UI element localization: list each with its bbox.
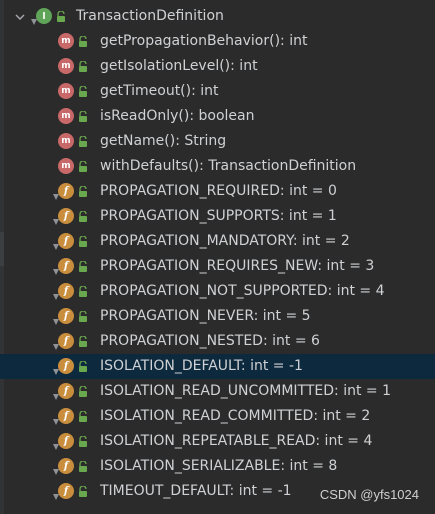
field-icon: f (58, 458, 74, 474)
tree-node-field[interactable]: f PROPAGATION_MANDATORY: int = 2 (0, 229, 435, 254)
field-icon: f (58, 233, 74, 249)
tree-node-method[interactable]: m getPropagationBehavior(): int (0, 29, 435, 54)
lock-open-icon (79, 136, 87, 147)
interface-icon: I (36, 8, 52, 24)
pin-icon (53, 244, 59, 250)
lock-open-icon (79, 386, 87, 397)
tree-node-field[interactable]: f PROPAGATION_REQUIRES_NEW: int = 3 (0, 254, 435, 279)
pin-icon (53, 369, 59, 375)
field-icon: f (58, 283, 74, 299)
method-icon: m (58, 133, 74, 149)
method-icon: m (58, 108, 74, 124)
tree-node-label: ISOLATION_SERIALIZABLE: int = 8 (100, 458, 338, 474)
watermark: CSDN @yfs1024 (319, 487, 419, 502)
tree-node-field[interactable]: f PROPAGATION_REQUIRED: int = 0 (0, 179, 435, 204)
lock-open-icon (79, 461, 87, 472)
pin-icon (53, 194, 59, 200)
field-icon: f (58, 208, 74, 224)
tree-node-label: PROPAGATION_NESTED: int = 6 (100, 333, 320, 349)
pin-icon (53, 319, 59, 325)
field-icon: f (58, 358, 74, 374)
tree-node-field[interactable]: f PROPAGATION_NOT_SUPPORTED: int = 4 (0, 279, 435, 304)
tree-node-field[interactable]: f ISOLATION_READ_COMMITTED: int = 2 (0, 404, 435, 429)
pin-icon (53, 494, 59, 500)
lock-open-icon (79, 361, 87, 372)
lock-open-icon (79, 286, 87, 297)
tree-node-root[interactable]: I TransactionDefinition (0, 4, 435, 29)
tree-node-method[interactable]: m getTimeout(): int (0, 79, 435, 104)
pin-icon (53, 294, 59, 300)
tree-node-label: ISOLATION_READ_UNCOMMITTED: int = 1 (100, 383, 391, 399)
pin-icon (53, 444, 59, 450)
field-icon: f (58, 408, 74, 424)
tree-node-label: TIMEOUT_DEFAULT: int = -1 (100, 483, 292, 499)
lock-open-icon (79, 211, 87, 222)
method-icon: m (58, 83, 74, 99)
lock-open-icon (79, 436, 87, 447)
tree-node-label: PROPAGATION_MANDATORY: int = 2 (100, 233, 350, 249)
tree-node-method[interactable]: m getName(): String (0, 129, 435, 154)
tree-node-method[interactable]: m withDefaults(): TransactionDefinition (0, 154, 435, 179)
tree-node-label: PROPAGATION_NEVER: int = 5 (100, 308, 311, 324)
pin-icon (53, 469, 59, 475)
tree-node-field[interactable]: f PROPAGATION_NEVER: int = 5 (0, 304, 435, 329)
chevron-down-icon[interactable] (14, 11, 26, 23)
lock-open-icon (79, 61, 87, 72)
lock-open-icon (79, 161, 87, 172)
field-icon: f (58, 483, 74, 499)
lock-open-icon (79, 411, 87, 422)
lock-open-icon (79, 486, 87, 497)
tree-node-label: getName(): String (100, 133, 227, 149)
lock-open-icon (79, 36, 87, 47)
pin-icon (53, 344, 59, 350)
lock-open-icon (79, 86, 87, 97)
field-icon: f (58, 258, 74, 274)
tree-node-field[interactable]: f ISOLATION_SERIALIZABLE: int = 8 (0, 454, 435, 479)
method-icon: m (58, 58, 74, 74)
lock-open-icon (79, 111, 87, 122)
lock-open-icon (79, 311, 87, 322)
lock-open-icon (79, 236, 87, 247)
pin-icon (53, 394, 59, 400)
tree-node-label: PROPAGATION_SUPPORTS: int = 1 (100, 208, 337, 224)
pin-icon (53, 419, 59, 425)
tree-node-label: PROPAGATION_REQUIRED: int = 0 (100, 183, 337, 199)
pin-icon (53, 269, 59, 275)
tree-node-label: ISOLATION_REPEATABLE_READ: int = 4 (100, 433, 373, 449)
tree-node-field[interactable]: f PROPAGATION_SUPPORTS: int = 1 (0, 204, 435, 229)
tree-node-method[interactable]: m getIsolationLevel(): int (0, 54, 435, 79)
field-icon: f (58, 333, 74, 349)
tree-node-label: PROPAGATION_REQUIRES_NEW: int = 3 (100, 258, 375, 274)
field-icon: f (58, 308, 74, 324)
tree-node-label: ISOLATION_DEFAULT: int = -1 (100, 358, 303, 374)
method-icon: m (58, 33, 74, 49)
structure-panel: I TransactionDefinition m getPropagationB… (0, 0, 435, 514)
method-icon: m (58, 158, 74, 174)
lock-open-icon (79, 336, 87, 347)
field-icon: f (58, 383, 74, 399)
tree-node-label: getPropagationBehavior(): int (100, 33, 308, 49)
tree-node-label: getTimeout(): int (100, 83, 219, 99)
tree-node-label: withDefaults(): TransactionDefinition (100, 158, 357, 174)
tree-node-field[interactable]: f ISOLATION_READ_UNCOMMITTED: int = 1 (0, 379, 435, 404)
tree-node-label: isReadOnly(): boolean (100, 108, 255, 124)
lock-open-icon (57, 11, 65, 22)
lock-open-icon (79, 261, 87, 272)
field-icon: f (58, 433, 74, 449)
lock-open-icon (79, 186, 87, 197)
tree-node-field[interactable]: f PROPAGATION_NESTED: int = 6 (0, 329, 435, 354)
tree-node-label: TransactionDefinition (76, 8, 224, 24)
tree-node-label: PROPAGATION_NOT_SUPPORTED: int = 4 (100, 283, 385, 299)
tree-node-field[interactable]: f ISOLATION_REPEATABLE_READ: int = 4 (0, 429, 435, 454)
tree-node-label: ISOLATION_READ_COMMITTED: int = 2 (100, 408, 371, 424)
tree-node-field[interactable]: f ISOLATION_DEFAULT: int = -1 (0, 354, 435, 379)
field-icon: f (58, 183, 74, 199)
pin-icon (31, 19, 37, 25)
tree-node-label: getIsolationLevel(): int (100, 58, 258, 74)
pin-icon (53, 219, 59, 225)
tree-node-method[interactable]: m isReadOnly(): boolean (0, 104, 435, 129)
